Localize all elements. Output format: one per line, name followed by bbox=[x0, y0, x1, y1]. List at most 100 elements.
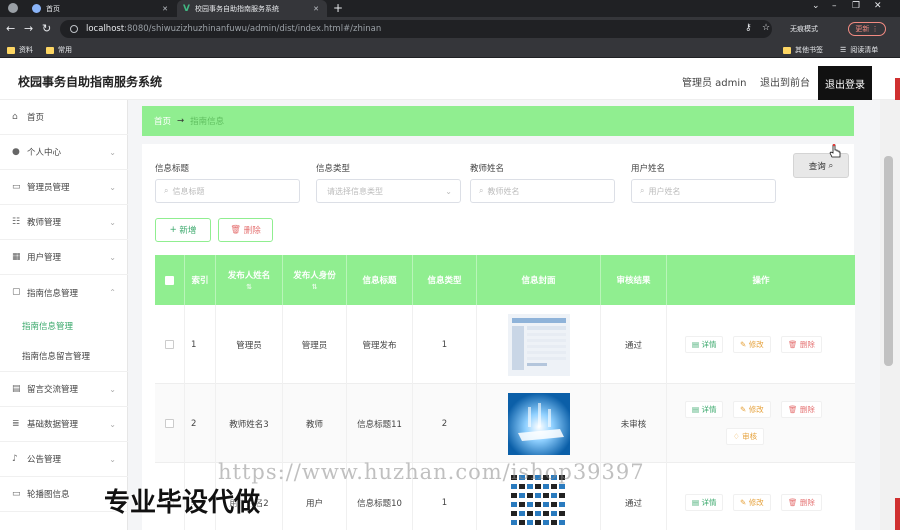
user-search-input[interactable]: ⌕ 用户姓名 bbox=[631, 179, 776, 203]
sort-icon[interactable]: ⇅ bbox=[246, 283, 252, 291]
bookmark-label: 阅读清单 bbox=[850, 46, 879, 54]
site-title: 校园事务自助指南服务系统 bbox=[18, 75, 163, 89]
id-card-icon: ▭ bbox=[12, 181, 21, 192]
globe-icon bbox=[32, 4, 41, 13]
folder-icon bbox=[46, 46, 54, 54]
forward-icon[interactable]: → bbox=[24, 22, 33, 35]
delete-row-button[interactable]: 🗑 删除 bbox=[781, 336, 822, 353]
button-label: 详情 bbox=[701, 405, 717, 414]
url-host: localhost bbox=[86, 24, 125, 34]
bookmarks-bar: 资料 常用 其他书签 ☰ 阅读清单 bbox=[0, 41, 900, 58]
doc-icon: ▤ bbox=[692, 498, 700, 507]
cover-cell bbox=[477, 384, 601, 463]
site-info-icon[interactable] bbox=[70, 25, 78, 33]
restore-icon[interactable]: ❐ bbox=[852, 1, 860, 11]
incognito-indicator[interactable]: 无痕模式 bbox=[790, 24, 818, 34]
delete-row-button[interactable]: 🗑 删除 bbox=[781, 494, 822, 511]
sidebar-item-users[interactable]: ▦ 用户管理 ⌄ bbox=[0, 240, 128, 275]
edit-button[interactable]: ✎ 修改 bbox=[733, 494, 771, 511]
chevron-down-icon[interactable]: ⌄ bbox=[812, 1, 820, 11]
edit-button[interactable]: ✎ 修改 bbox=[733, 401, 771, 418]
sidebar-item-label: 留言交流管理 bbox=[27, 385, 79, 395]
column-header[interactable]: 信息标题 bbox=[347, 255, 413, 305]
audit-button[interactable]: ♢ 审核 bbox=[726, 428, 765, 445]
column-header[interactable]: 信息封面 bbox=[477, 255, 601, 305]
scrollbar-thumb[interactable] bbox=[884, 156, 893, 366]
update-button[interactable]: 更新 ⋮ bbox=[848, 22, 886, 36]
search-icon: ⌕ bbox=[479, 186, 484, 195]
close-icon[interactable]: ✕ bbox=[162, 5, 168, 13]
reload-icon[interactable]: ↻ bbox=[42, 22, 51, 35]
column-label: 发布人身份 bbox=[293, 271, 336, 281]
filter-label-teacher: 教师姓名 bbox=[470, 164, 505, 174]
bookmark-label: 资料 bbox=[19, 46, 33, 54]
minimize-icon[interactable]: – bbox=[832, 1, 837, 11]
column-header[interactable]: 发布人身份 ⇅ bbox=[283, 255, 347, 305]
detail-button[interactable]: ▤ 详情 bbox=[685, 494, 724, 511]
trash-icon: 🗑 bbox=[788, 405, 798, 414]
row-select-cell bbox=[155, 384, 185, 463]
front-page-link[interactable]: 退出到前台 bbox=[760, 74, 810, 89]
bookmark-folder[interactable]: 其他书签 bbox=[783, 45, 823, 55]
detail-button[interactable]: ▤ 详情 bbox=[685, 336, 724, 353]
button-label: 删除 bbox=[799, 340, 815, 349]
sidebar-item-base-data[interactable]: ≣ 基础数据管理 ⌄ bbox=[0, 407, 128, 442]
sidebar-item-notices[interactable]: ♪ 公告管理 ⌄ bbox=[0, 442, 128, 477]
button-label: 审核 bbox=[742, 432, 758, 441]
logout-button[interactable]: 退出登录 bbox=[818, 66, 872, 100]
reading-list[interactable]: ☰ 阅读清单 bbox=[840, 45, 878, 55]
new-tab-icon[interactable]: + bbox=[333, 1, 343, 15]
row-checkbox[interactable] bbox=[165, 340, 174, 349]
column-header[interactable]: 信息类型 bbox=[413, 255, 477, 305]
sidebar-item-label: 首页 bbox=[27, 113, 45, 123]
type-select[interactable]: 请选择信息类型 ⌄ bbox=[316, 179, 461, 203]
sidebar-item-home[interactable]: ⌂ 首页 bbox=[0, 100, 128, 135]
folder-icon bbox=[783, 46, 791, 54]
chevron-down-icon: ⌄ bbox=[445, 186, 452, 196]
address-bar[interactable]: localhost :8080/shiwuzizhuzhinanfuwu/adm… bbox=[60, 20, 772, 38]
column-header[interactable]: 发布人姓名 ⇅ bbox=[216, 255, 283, 305]
cover-image[interactable] bbox=[507, 392, 570, 455]
title-cell: 管理发布 bbox=[347, 305, 413, 384]
column-label: 发布人姓名 bbox=[227, 271, 271, 281]
vue-logo-icon: V bbox=[183, 3, 190, 14]
cover-image[interactable] bbox=[507, 313, 570, 376]
filter-label-user: 用户姓名 bbox=[631, 164, 666, 174]
logout-label: 退出登录 bbox=[825, 79, 865, 91]
title-search-input[interactable]: ⌕ 信息标题 bbox=[155, 179, 300, 203]
column-label: 信息类型 bbox=[427, 276, 462, 286]
batch-delete-button[interactable]: 🗑 删除 bbox=[218, 218, 273, 242]
browser-menu-icon[interactable] bbox=[8, 3, 18, 13]
sidebar-item-profile[interactable]: ● 个人中心 ⌄ bbox=[0, 135, 128, 170]
window-close-icon[interactable]: ✕ bbox=[874, 1, 882, 11]
sidebar-item-guide-info[interactable]: ▢ 指南信息管理 ⌃ bbox=[0, 275, 128, 310]
delete-row-button[interactable]: 🗑 删除 bbox=[781, 401, 822, 418]
star-icon[interactable]: ☆ bbox=[762, 23, 770, 33]
sidebar-item-admins[interactable]: ▭ 管理员管理 ⌄ bbox=[0, 170, 128, 205]
bookmark-folder[interactable]: 资料 bbox=[7, 45, 33, 55]
sort-icon[interactable]: ⇅ bbox=[312, 283, 318, 291]
edit-icon: ✎ bbox=[740, 340, 747, 349]
sidebar-item-messages[interactable]: ▤ 留言交流管理 ⌄ bbox=[0, 372, 128, 407]
sidebar-subitem-guide-comments[interactable]: 指南信息留言管理 bbox=[0, 341, 128, 372]
browser-tab-home[interactable]: 首页 ✕ bbox=[26, 0, 176, 17]
edit-button[interactable]: ✎ 修改 bbox=[733, 336, 771, 353]
add-button[interactable]: + 新增 bbox=[155, 218, 211, 242]
browser-toolbar: ← → ↻ localhost :8080/shiwuzizhuzhinanfu… bbox=[0, 17, 900, 41]
close-icon[interactable]: ✕ bbox=[313, 5, 319, 13]
row-checkbox[interactable] bbox=[165, 419, 174, 428]
bookmark-folder[interactable]: 常用 bbox=[46, 45, 72, 55]
column-header[interactable]: 索引 bbox=[185, 255, 216, 305]
column-header[interactable]: 审核结果 bbox=[601, 255, 667, 305]
hand-cursor-icon bbox=[829, 144, 841, 158]
key-icon[interactable]: ⚷ bbox=[745, 23, 752, 33]
select-all-checkbox[interactable] bbox=[165, 275, 174, 285]
sidebar-subitem-guide-info[interactable]: 指南信息管理 bbox=[0, 310, 128, 341]
browser-tab-system[interactable]: V 校园事务自助指南服务系统 ✕ bbox=[177, 0, 327, 17]
teacher-search-input[interactable]: ⌕ 教师姓名 bbox=[470, 179, 615, 203]
breadcrumb-home[interactable]: 首页 bbox=[154, 115, 171, 127]
sidebar-item-label: 教师管理 bbox=[27, 218, 62, 228]
back-icon[interactable]: ← bbox=[6, 22, 15, 35]
sidebar-item-teachers[interactable]: ☷ 教师管理 ⌄ bbox=[0, 205, 128, 240]
detail-button[interactable]: ▤ 详情 bbox=[685, 401, 724, 418]
